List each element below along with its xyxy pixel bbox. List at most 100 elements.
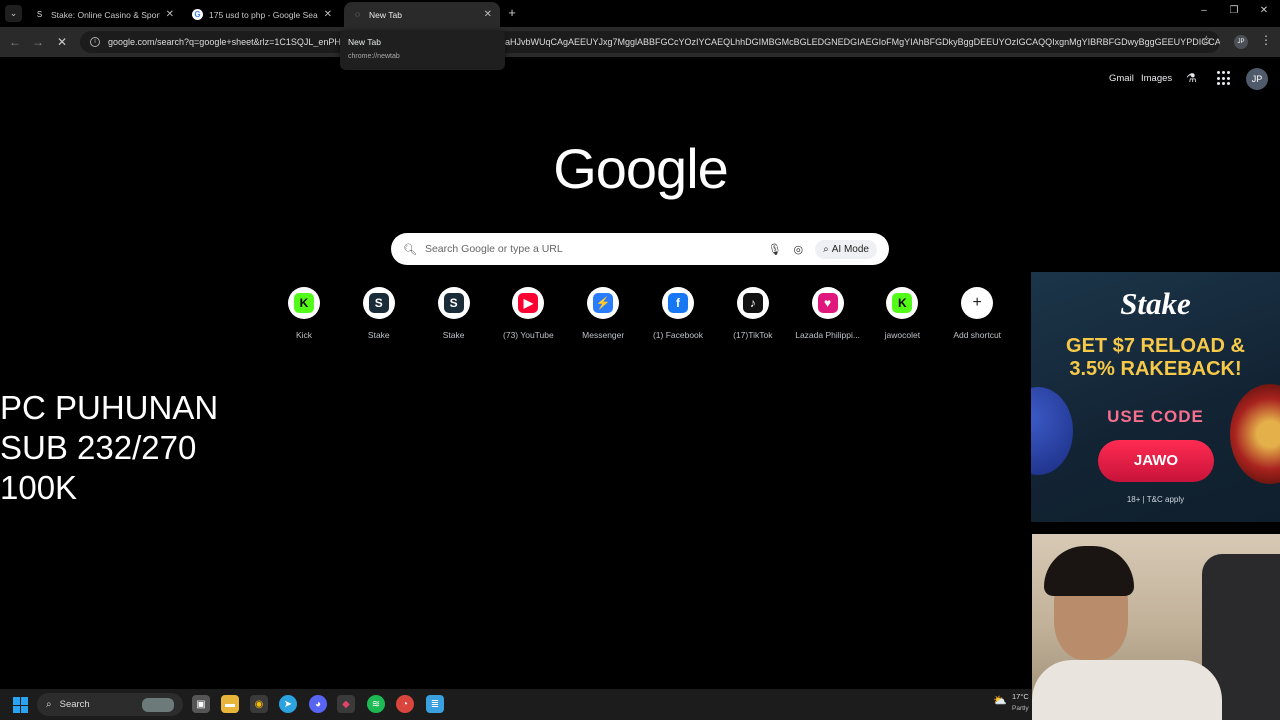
gmail-link[interactable]: Gmail bbox=[1109, 73, 1134, 84]
account-avatar[interactable]: JP bbox=[1246, 68, 1268, 90]
shortcut-icon: S bbox=[443, 293, 464, 313]
stop-loading-button[interactable]: ✕ bbox=[54, 34, 70, 50]
back-button[interactable]: ← bbox=[7, 34, 23, 50]
shortcut-icon: K bbox=[294, 293, 314, 313]
tab-title: 175 usd to php - Google Search bbox=[209, 9, 318, 20]
shortcut-tile[interactable]: S Stake bbox=[420, 287, 488, 340]
taskbar-search[interactable]: ⌕ Search bbox=[37, 693, 183, 716]
shortcut-icon-circle: K bbox=[288, 287, 320, 319]
shortcut-icon: f bbox=[668, 293, 688, 313]
tab-hover-card: New Tab chrome://newtab bbox=[340, 30, 505, 70]
shortcut-label: Stake bbox=[367, 330, 390, 340]
forward-button[interactable]: → bbox=[30, 34, 46, 50]
close-tab-icon[interactable]: ✕ bbox=[166, 9, 174, 20]
profile-button[interactable]: JP bbox=[1234, 35, 1248, 49]
shortcut-label: Add shortcut bbox=[953, 330, 1002, 340]
windows-taskbar: ⌕ Search ▣ ▬ ◉ ➤ ◕ ◆ ≋ ◔ ≣ bbox=[0, 689, 1032, 720]
search-highlight-graphic bbox=[142, 697, 174, 712]
site-info-icon[interactable]: i bbox=[90, 37, 100, 47]
notepad-icon[interactable]: ≣ bbox=[426, 695, 444, 713]
shortcut-icon-circle: K bbox=[886, 287, 919, 319]
tab-new-tab[interactable]: ◌ New Tab ✕ bbox=[344, 2, 500, 27]
restore-button[interactable]: ❐ bbox=[1227, 5, 1241, 16]
close-tab-icon[interactable]: ✕ bbox=[324, 9, 332, 20]
shortcut-label: Kick bbox=[295, 330, 313, 340]
shortcut-icon: ⚡ bbox=[593, 293, 614, 313]
labs-flask-icon[interactable]: ⚗ bbox=[1186, 71, 1197, 85]
bookmark-star-icon[interactable]: ☆ bbox=[1201, 33, 1212, 47]
promo-headline-line-1: GET $7 RELOAD & bbox=[1066, 335, 1245, 357]
weather-temp[interactable]: 17°C bbox=[1012, 692, 1029, 701]
google-icon: G bbox=[192, 9, 203, 20]
tab-google-search[interactable]: G 175 usd to php - Google Search ✕ bbox=[184, 2, 340, 27]
webcam-person-hair bbox=[1044, 546, 1134, 596]
shortcut-icon-circle: ⚡ bbox=[587, 287, 620, 319]
spotify-icon[interactable]: ≋ bbox=[367, 695, 385, 713]
shortcut-icon-circle: S bbox=[437, 287, 470, 319]
shortcut-tile[interactable]: ♥ Lazada Philippi... bbox=[794, 287, 862, 340]
shortcut-tile[interactable]: f (1) Facebook bbox=[644, 287, 712, 340]
shortcuts-row: K Kick S Stake S Stake ▶ (73) YouTube ⚡ Messenger… bbox=[278, 287, 1013, 347]
use-code-label: USE CODE bbox=[1107, 407, 1204, 426]
search-input[interactable] bbox=[424, 243, 756, 255]
shortcut-label: (17)TikTok bbox=[733, 330, 773, 340]
google-logo: Google bbox=[553, 137, 729, 200]
ai-mode-button[interactable]: ⌕ AI Mode bbox=[815, 239, 877, 259]
stake-logo: Stake bbox=[1120, 286, 1191, 321]
stake-promo-banner: Stake GET $7 RELOAD & 3.5% RAKEBACK! USE… bbox=[1031, 272, 1280, 522]
google-lens-icon[interactable]: ◎ bbox=[794, 243, 804, 256]
stake-icon: S bbox=[36, 10, 43, 19]
promo-headline-line-2: 3.5% RAKEBACK! bbox=[1069, 358, 1242, 380]
shortcut-tile[interactable]: S Stake bbox=[345, 287, 413, 340]
tab-title: Stake: Online Casino & Sports B bbox=[51, 9, 160, 20]
images-link[interactable]: Images bbox=[1141, 73, 1172, 84]
ai-mode-label: AI Mode bbox=[831, 243, 869, 255]
newtab-icon: ◌ bbox=[355, 10, 360, 19]
discord-icon[interactable]: ◕ bbox=[309, 695, 327, 713]
apps-grid-icon[interactable] bbox=[1217, 71, 1232, 86]
telegram-icon[interactable]: ➤ bbox=[279, 695, 297, 713]
shortcut-icon: S bbox=[368, 293, 389, 313]
shortcut-icon-circle: ♪ bbox=[736, 287, 769, 319]
task-view-icon[interactable]: ▣ bbox=[192, 695, 210, 713]
webcam-feed bbox=[1032, 534, 1280, 720]
shortcut-icon-circle: S bbox=[362, 287, 395, 319]
tab-search-button[interactable]: ⌄ bbox=[5, 5, 22, 22]
ai-mode-search-icon: ⌕ bbox=[823, 243, 829, 255]
browser-toolbar: ← → ✕ i google.com/search?q=google+sheet… bbox=[0, 27, 1280, 57]
app-icon[interactable]: ◔ bbox=[396, 695, 414, 713]
shortcut-icon-circle: f bbox=[662, 287, 694, 319]
close-window-button[interactable]: ✕ bbox=[1257, 5, 1271, 16]
shortcut-tile[interactable]: Kjawocolet bbox=[868, 287, 936, 340]
shortcut-tile[interactable]: ♪ (17)TikTok bbox=[719, 287, 787, 340]
shortcut-label: (73) YouTube bbox=[503, 330, 554, 340]
new-tab-button[interactable]: + bbox=[505, 5, 519, 22]
promo-headline: GET $7 RELOAD & 3.5% RAKEBACK! bbox=[1031, 335, 1280, 381]
address-bar[interactable]: i google.com/search?q=google+sheet&rlz=1… bbox=[80, 31, 1220, 53]
shortcut-tile[interactable]: ⚡ Messenger bbox=[569, 287, 637, 340]
close-tab-icon[interactable]: ✕ bbox=[484, 9, 492, 20]
promo-code-badge: JAWO bbox=[1098, 440, 1214, 482]
shortcut-tile[interactable]: + Add shortcut bbox=[943, 287, 1011, 340]
overlay-line-2: SUB 232/270 bbox=[0, 429, 197, 466]
shortcut-icon-circle: ▶ bbox=[512, 287, 545, 319]
shortcut-label: Lazada Philippi... bbox=[795, 330, 860, 340]
file-explorer-icon[interactable]: ▬ bbox=[221, 695, 239, 713]
menu-kebab-icon[interactable]: ⋮ bbox=[1260, 33, 1272, 47]
shortcut-icon-circle: ♥ bbox=[811, 287, 844, 319]
shortcut-label: (1) Facebook bbox=[652, 330, 704, 340]
search-box[interactable]: 🔍︎ 🎙︎ ◎ ⌕ AI Mode bbox=[391, 233, 889, 265]
shortcut-label: Messenger bbox=[582, 330, 625, 340]
windows-start-icon[interactable] bbox=[13, 697, 29, 713]
shortcut-tile[interactable]: K Kick bbox=[270, 287, 338, 340]
search-icon: ⌕ bbox=[46, 699, 52, 710]
obs-icon[interactable]: ◆ bbox=[337, 695, 355, 713]
minimize-button[interactable]: – bbox=[1197, 5, 1211, 16]
weather-desc: Partly bbox=[1012, 705, 1029, 712]
chrome-icon[interactable]: ◉ bbox=[250, 695, 268, 713]
shortcut-tile[interactable]: ▶ (73) YouTube bbox=[494, 287, 562, 340]
shortcut-label: Stake bbox=[442, 330, 465, 340]
shortcut-icon-circle: + bbox=[961, 287, 994, 319]
microphone-icon[interactable]: 🎙︎ bbox=[768, 243, 782, 256]
tab-stake[interactable]: S Stake: Online Casino & Sports B ✕ bbox=[26, 2, 182, 27]
